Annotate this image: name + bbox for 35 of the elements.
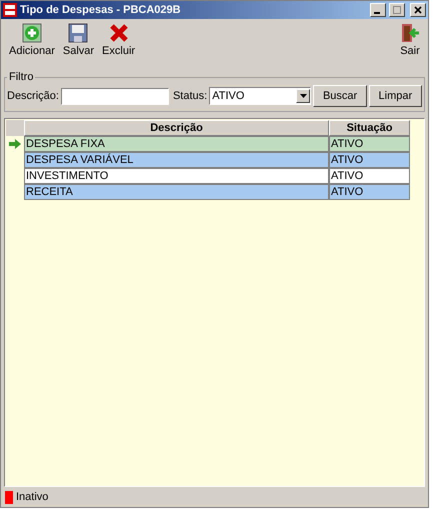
table-cell: INVESTIMENTO: [24, 168, 329, 184]
cross-icon: [108, 23, 129, 43]
action-button[interactable]: Limpar: [368, 85, 422, 107]
app-logo-icon: [3, 3, 17, 17]
field-label: Status:: [172, 90, 208, 102]
column-header[interactable]: Situação: [329, 120, 410, 136]
exit-button[interactable]: Sair: [396, 23, 424, 67]
table-cell: RECEITA: [24, 184, 329, 200]
table-cell: DESPESA VARIÁVEL: [24, 152, 329, 168]
delete-button[interactable]: Excluir: [98, 23, 140, 67]
window-title: Tipo de Despesas - PBCA029B: [20, 4, 182, 16]
table-cell: ATIVO: [329, 136, 410, 152]
header-indicator: [6, 120, 24, 136]
add-button[interactable]: Adicionar: [5, 23, 59, 67]
maximize-button[interactable]: [389, 3, 405, 17]
table-cell: ATIVO: [329, 184, 410, 200]
table-cell: ATIVO: [329, 152, 410, 168]
action-button[interactable]: Buscar: [313, 85, 367, 107]
close-icon: [414, 6, 422, 14]
maximize-icon: [393, 6, 401, 14]
field-label: Descrição:: [7, 90, 59, 102]
dropdown-arrow-icon: [300, 94, 307, 98]
group-title: Filtro: [8, 71, 34, 83]
table-cell: ATIVO: [329, 168, 410, 184]
description-input[interactable]: [60, 88, 169, 104]
door-arrow-icon: [400, 23, 420, 43]
save-button[interactable]: Salvar: [58, 23, 98, 67]
close-button[interactable]: [410, 3, 426, 17]
plus-icon: [22, 23, 42, 43]
minimize-button[interactable]: [370, 3, 386, 17]
column-header[interactable]: Descrição: [24, 120, 329, 136]
status-dropdown[interactable]: ATIVO: [209, 87, 312, 105]
arrow-icon: [9, 139, 21, 149]
table-cell: DESPESA FIXA: [24, 136, 329, 152]
legend-label: Inativo: [16, 491, 48, 503]
